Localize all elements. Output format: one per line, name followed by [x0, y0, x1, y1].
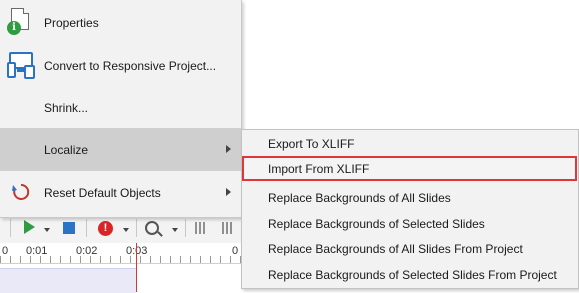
submenu-item-replace-bg-selected-from-project[interactable]: Replace Backgrounds of Selected Slides F…	[242, 262, 578, 287]
toolbar-separator	[185, 219, 186, 237]
play-icon[interactable]	[24, 220, 35, 234]
menu-item-label: Localize	[44, 142, 89, 157]
toolbar-separator	[10, 219, 11, 237]
reset-icon	[0, 171, 44, 214]
menu-item-label: Reset Default Objects	[44, 185, 161, 200]
menu-item-label: Properties	[44, 15, 99, 30]
menu-item-reset-default-objects[interactable]: Reset Default Objects	[0, 171, 241, 214]
playhead[interactable]	[136, 243, 137, 292]
chevron-down-icon[interactable]	[44, 228, 50, 232]
menu-item-localize[interactable]: Localize	[0, 128, 241, 171]
submenu-item-label: Import From XLIFF	[268, 161, 370, 176]
menu-item-properties[interactable]: i Properties	[0, 1, 241, 44]
submenu-item-replace-bg-selected[interactable]: Replace Backgrounds of Selected Slides	[242, 211, 578, 236]
submenu-item-replace-bg-all[interactable]: Replace Backgrounds of All Slides	[242, 185, 578, 210]
menu-item-convert-responsive[interactable]: Convert to Responsive Project...	[0, 44, 241, 87]
localize-submenu: Export To XLIFF Import From XLIFF Replac…	[241, 129, 579, 289]
submenu-item-label: Replace Backgrounds of Selected Slides F…	[268, 267, 557, 282]
context-menu: i Properties Convert to Responsive Proje…	[0, 0, 242, 218]
menu-item-label: Convert to Responsive Project...	[44, 58, 217, 73]
toolbar-separator	[86, 219, 87, 237]
properties-icon: i	[0, 1, 44, 44]
submenu-arrow-icon	[226, 145, 231, 153]
chevron-down-icon[interactable]	[123, 228, 129, 232]
submenu-item-import-xliff[interactable]: Import From XLIFF	[242, 156, 577, 181]
submenu-item-label: Replace Backgrounds of Selected Slides	[268, 216, 485, 231]
menu-item-shrink[interactable]: Shrink...	[0, 86, 241, 129]
submenu-item-label: Export To XLIFF	[268, 136, 355, 151]
stop-icon[interactable]	[63, 222, 75, 234]
chevron-down-icon[interactable]	[172, 228, 178, 232]
menu-item-label: Shrink...	[44, 100, 89, 115]
responsive-project-icon	[0, 44, 44, 87]
zoom-icon[interactable]	[145, 221, 159, 235]
distribute-icon[interactable]	[222, 222, 234, 234]
submenu-item-replace-bg-all-from-project[interactable]: Replace Backgrounds of All Slides From P…	[242, 236, 578, 261]
submenu-item-export-xliff[interactable]: Export To XLIFF	[242, 131, 578, 156]
submenu-item-label: Replace Backgrounds of All Slides From P…	[268, 241, 523, 256]
warning-icon[interactable]: !	[98, 221, 113, 236]
submenu-arrow-icon	[226, 188, 231, 196]
align-icon[interactable]	[195, 222, 207, 234]
toolbar-separator	[136, 219, 137, 237]
submenu-item-label: Replace Backgrounds of All Slides	[268, 190, 451, 205]
timeline-bar[interactable]	[0, 268, 136, 293]
